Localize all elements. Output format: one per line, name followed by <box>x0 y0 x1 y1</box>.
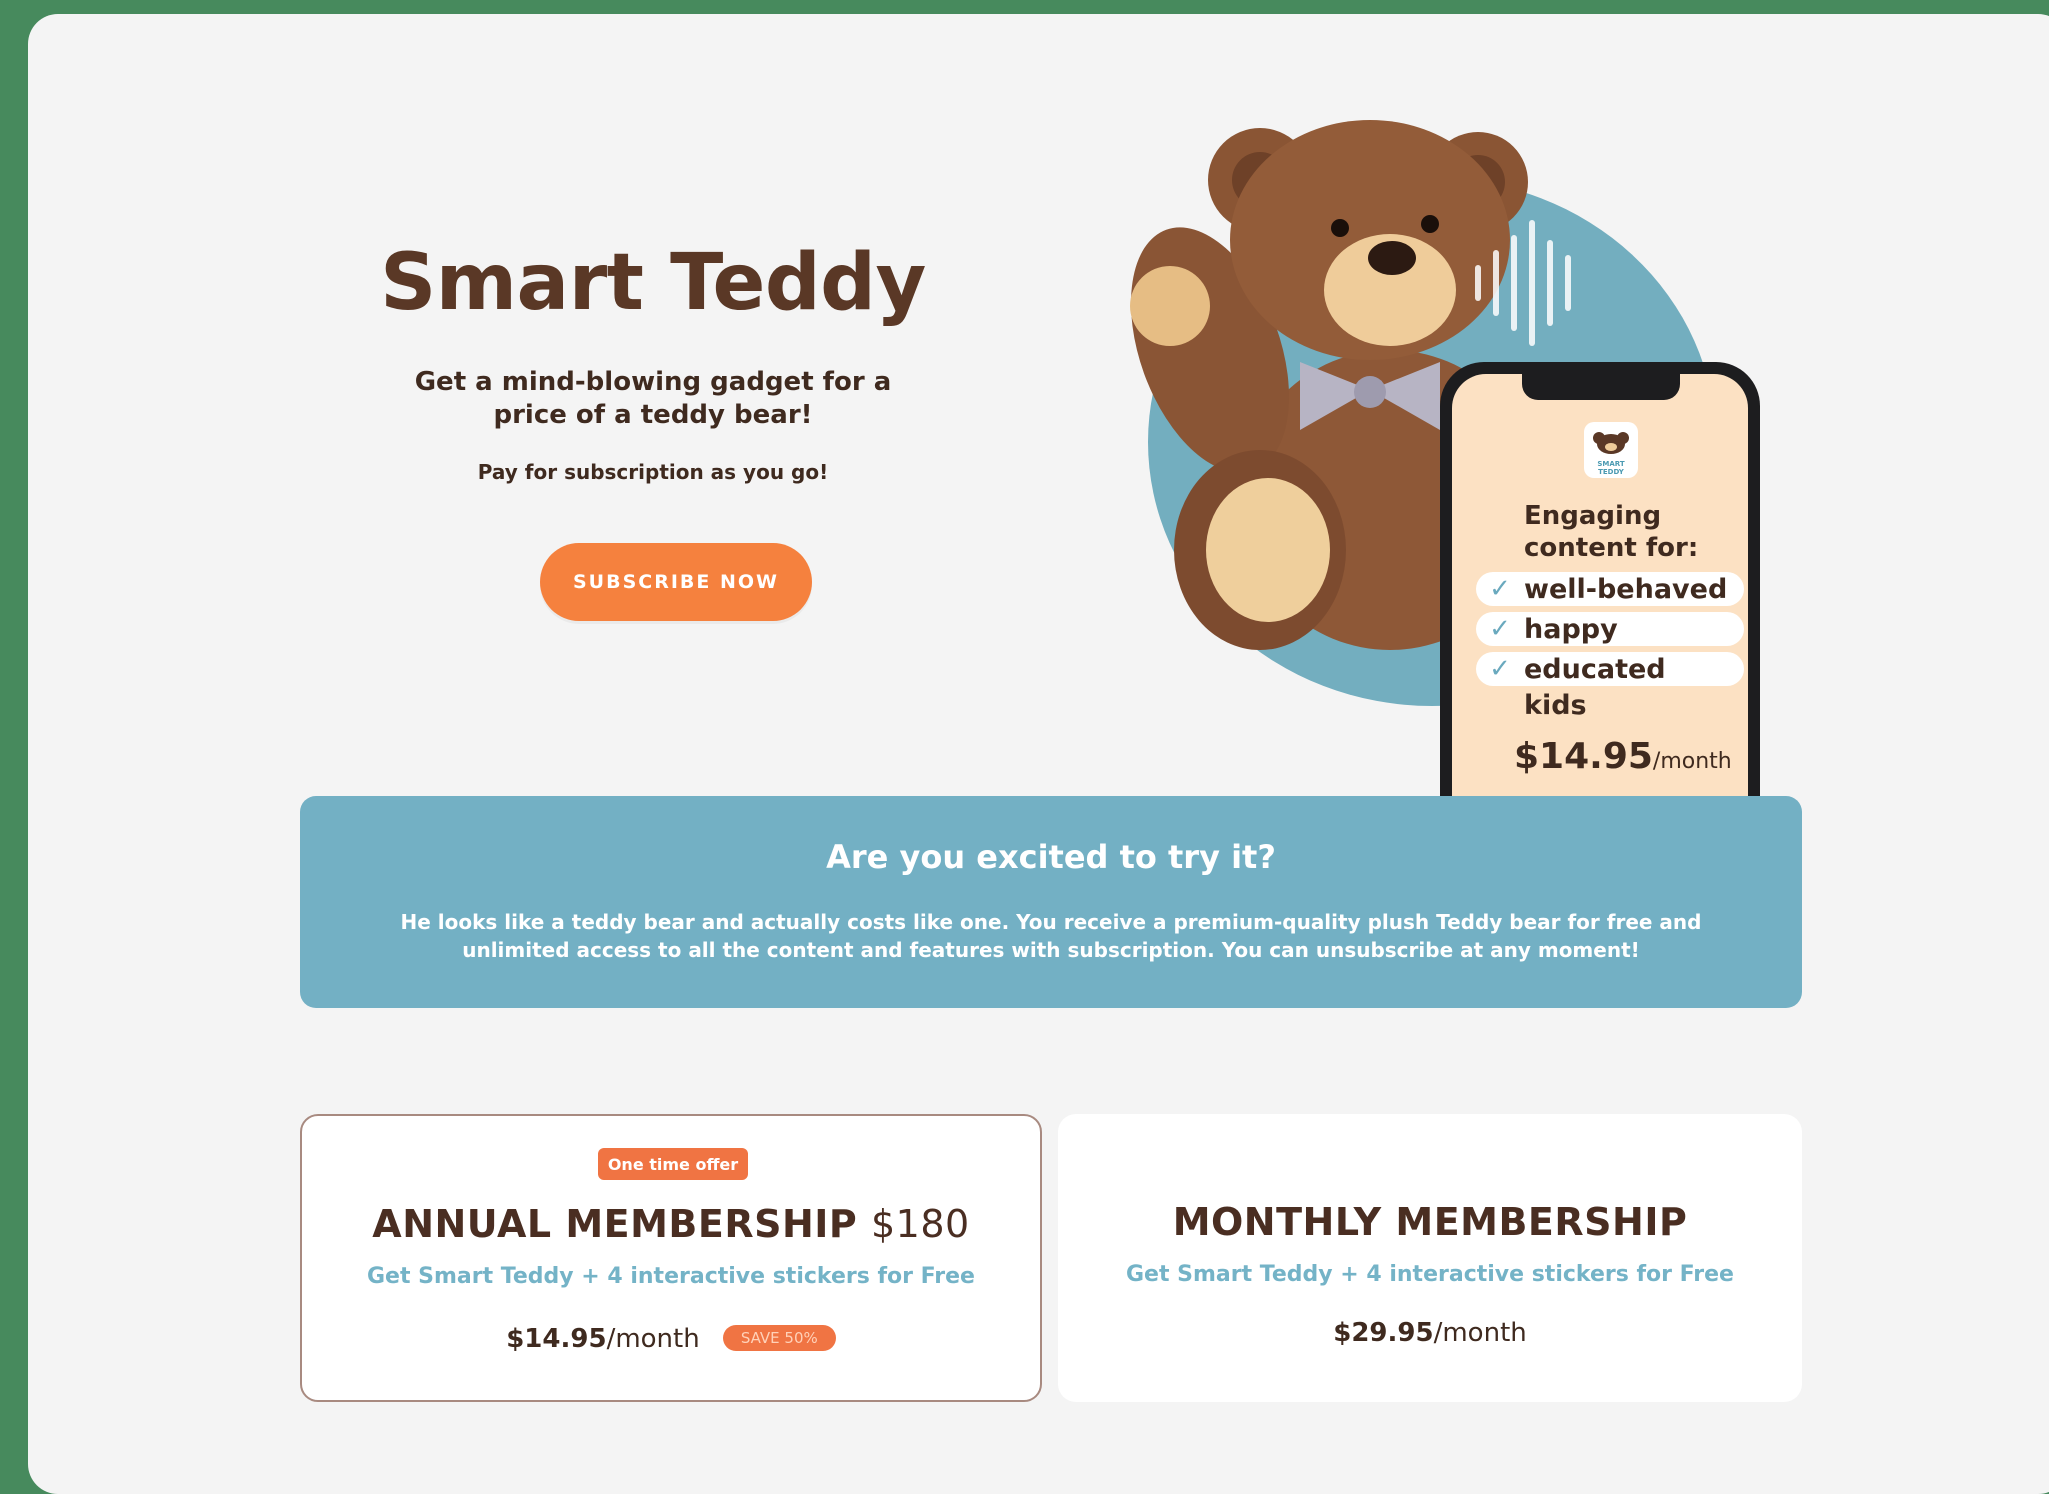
phone-mockup: SMART TEDDY Engaging content for: ✓ well… <box>1440 362 1760 808</box>
hero-subtitle-line1: Get a mind-blowing gadget for a <box>414 367 892 397</box>
bear-logo-icon: SMART TEDDY <box>1593 432 1629 476</box>
sound-wave-icon <box>1475 220 1571 346</box>
plan-description: Get Smart Teddy + 4 interactive stickers… <box>367 1264 975 1289</box>
phone-last-line: kids <box>1524 690 1587 721</box>
banner-text: He looks like a teddy bear and actually … <box>340 908 1762 964</box>
plan-price: $14.95/month SAVE 50% <box>302 1324 1040 1354</box>
hero-subtitle-line2: price of a teddy bear! <box>493 400 813 430</box>
one-time-offer-badge: One time offer <box>598 1148 748 1180</box>
plan-price-amount: $14.95 <box>506 1324 607 1354</box>
plan-title-label: ANNUAL MEMBERSHIP <box>372 1202 858 1246</box>
check-icon: ✓ <box>1489 654 1511 684</box>
plan-price-period: /month <box>1433 1318 1527 1348</box>
hero-subtitle: Get a mind-blowing gadget for a price of… <box>400 366 906 432</box>
check-icon: ✓ <box>1489 574 1511 604</box>
page-title: Smart Teddy <box>380 238 926 328</box>
plan-description: Get Smart Teddy + 4 interactive stickers… <box>1126 1262 1734 1287</box>
hero-note: Pay for subscription as you go! <box>477 460 829 484</box>
subscribe-now-button[interactable]: SUBSCRIBE NOW <box>540 543 812 621</box>
plan-price: $29.95/month <box>1058 1318 1802 1348</box>
banner-text-line1: He looks like a teddy bear and actually … <box>400 910 1702 934</box>
info-banner: Are you excited to try it? He looks like… <box>300 796 1802 1008</box>
plan-title-price: $180 <box>871 1202 970 1246</box>
plan-title: MONTHLY MEMBERSHIP <box>1172 1200 1688 1244</box>
monthly-membership-card[interactable]: MONTHLY MEMBERSHIP Get Smart Teddy + 4 i… <box>1058 1114 1802 1402</box>
phone-notch <box>1522 374 1680 400</box>
save-badge: SAVE 50% <box>722 1325 836 1351</box>
banner-title: Are you excited to try it? <box>826 838 1276 876</box>
annual-membership-card[interactable]: One time offer ANNUAL MEMBERSHIP $180 Ge… <box>300 1114 1042 1402</box>
phone-heading: Engaging content for: <box>1524 500 1744 564</box>
check-icon: ✓ <box>1489 614 1511 644</box>
phone-price-amount: $14.95 <box>1514 736 1653 777</box>
phone-list-item: ✓ well-behaved <box>1476 572 1744 606</box>
phone-list-item: ✓ educated <box>1476 652 1744 686</box>
svg-text:SMART: SMART <box>1597 460 1625 468</box>
plan-price-amount: $29.95 <box>1333 1318 1434 1348</box>
banner-text-line2: unlimited access to all the content and … <box>462 938 1640 962</box>
phone-screen: SMART TEDDY Engaging content for: ✓ well… <box>1452 374 1748 808</box>
plan-title: ANNUAL MEMBERSHIP $180 <box>302 1202 1040 1246</box>
svg-text:TEDDY: TEDDY <box>1598 468 1625 476</box>
phone-heading-line1: Engaging <box>1524 501 1662 531</box>
phone-list-item-label: educated <box>1524 653 1666 685</box>
phone-price: $14.95/month <box>1514 736 1732 777</box>
phone-list-item-label: happy <box>1524 613 1618 645</box>
smart-teddy-logo: SMART TEDDY <box>1584 422 1638 478</box>
phone-list-item-label: well-behaved <box>1524 573 1728 605</box>
phone-heading-line2: content for: <box>1524 533 1699 563</box>
phone-list-item: ✓ happy <box>1476 612 1744 646</box>
plan-price-period: /month <box>606 1324 700 1354</box>
phone-price-period: /month <box>1652 749 1732 774</box>
